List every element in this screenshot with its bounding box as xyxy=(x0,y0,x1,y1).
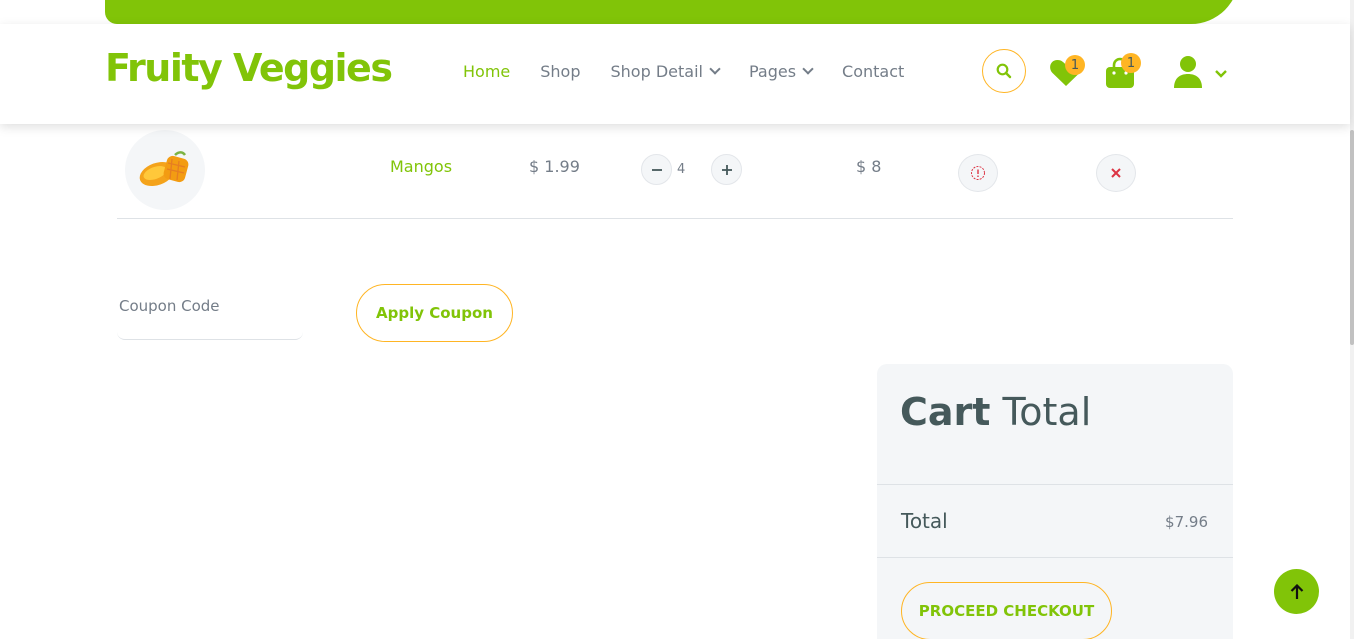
user-menu-button[interactable] xyxy=(1173,55,1227,93)
chevron-down-icon xyxy=(709,63,721,75)
product-total: $ 8 xyxy=(856,157,882,176)
table-row: Mangos $ 1.99 4 $ 8 xyxy=(117,124,1233,219)
increase-quantity-button[interactable] xyxy=(711,154,742,185)
total-label: Total xyxy=(901,509,948,533)
remove-item-button[interactable] xyxy=(1096,154,1136,192)
proceed-checkout-button[interactable]: PROCEED CHECKOUT xyxy=(901,582,1112,639)
nav-shop-detail-label: Shop Detail xyxy=(610,62,703,81)
product-image xyxy=(125,130,205,210)
product-price: $ 1.99 xyxy=(529,157,580,176)
cart-button[interactable]: 1 xyxy=(1105,53,1141,93)
user-icon xyxy=(1174,56,1202,88)
cart-total-title: Cart Total xyxy=(900,390,1091,434)
cart-total-title-bold: Cart xyxy=(900,390,991,434)
nav-contact-label: Contact xyxy=(842,62,905,81)
nav-links: Home Shop Shop Detail Pages Contact xyxy=(463,62,904,81)
nav-shop-label: Shop xyxy=(540,62,581,81)
brand-logo[interactable]: Fruity Veggies xyxy=(105,46,393,90)
divider xyxy=(877,557,1233,558)
wishlist-count-badge: 1 xyxy=(1065,55,1085,75)
nav-pages[interactable]: Pages xyxy=(748,62,814,81)
product-name[interactable]: Mangos xyxy=(390,157,452,176)
alert-circle-icon xyxy=(971,166,985,180)
mango-image xyxy=(139,151,189,187)
top-accent-band xyxy=(105,0,1239,24)
arrow-up-icon xyxy=(1290,583,1303,599)
info-button[interactable] xyxy=(958,154,998,192)
chevron-down-icon xyxy=(802,63,814,75)
wishlist-button[interactable]: 1 xyxy=(1049,55,1085,91)
nav-shop[interactable]: Shop xyxy=(540,62,580,81)
cart-count-badge: 1 xyxy=(1121,53,1141,73)
apply-coupon-button[interactable]: Apply Coupon xyxy=(356,284,513,342)
coupon-code-input[interactable] xyxy=(117,290,303,340)
nav-home-label: Home xyxy=(463,62,511,81)
total-value: $7.96 xyxy=(1165,513,1208,531)
search-icon xyxy=(996,63,1012,79)
search-button[interactable] xyxy=(982,49,1026,93)
nav-shop-detail[interactable]: Shop Detail xyxy=(610,62,721,81)
navbar: Fruity Veggies Home Shop Shop Detail Pag… xyxy=(0,24,1350,124)
cart-total-title-rest: Total xyxy=(1002,390,1092,434)
nav-home[interactable]: Home xyxy=(463,62,510,81)
divider xyxy=(877,484,1233,485)
minus-icon xyxy=(651,168,662,171)
back-to-top-button[interactable] xyxy=(1274,569,1319,614)
close-icon xyxy=(1111,168,1121,178)
scrollbar-thumb[interactable] xyxy=(1350,130,1354,345)
nav-pages-label: Pages xyxy=(748,62,797,81)
chevron-down-icon xyxy=(1215,70,1227,78)
nav-contact[interactable]: Contact xyxy=(842,62,904,81)
decrease-quantity-button[interactable] xyxy=(641,154,672,185)
cart-total-card: Cart Total Total $7.96 PROCEED CHECKOUT xyxy=(877,364,1233,639)
quantity-value[interactable]: 4 xyxy=(677,162,685,177)
plus-icon xyxy=(721,164,732,175)
